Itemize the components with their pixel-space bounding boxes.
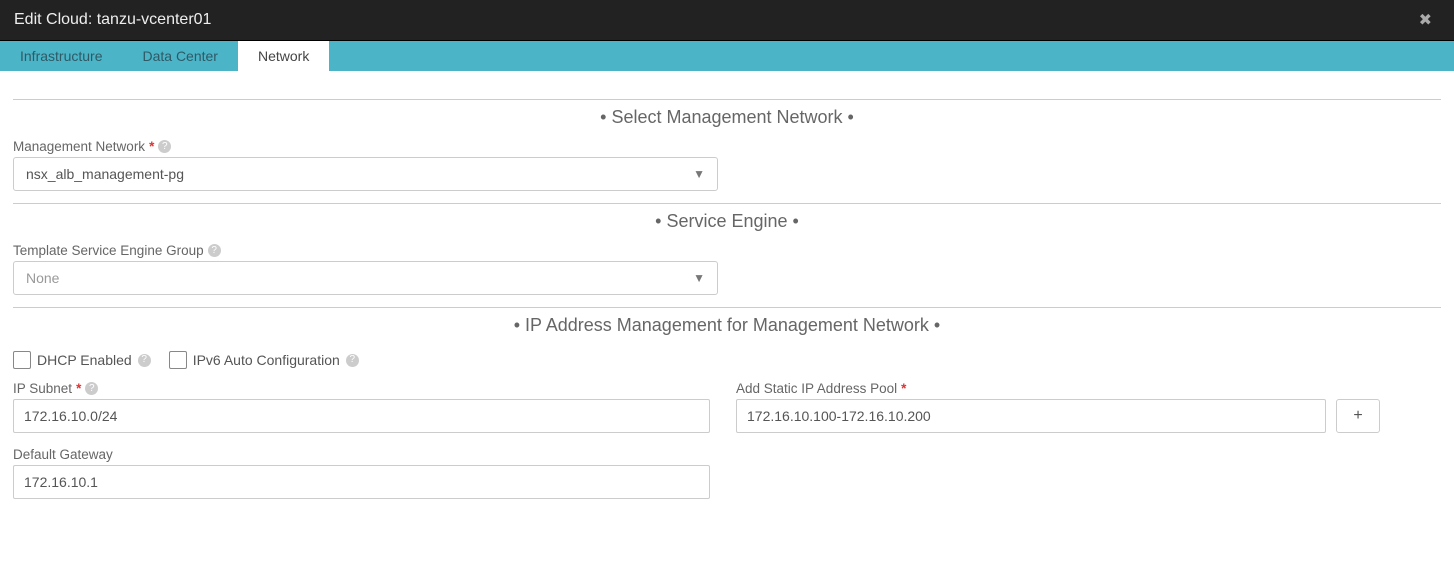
select-value: nsx_alb_management-pg (26, 166, 184, 182)
template-seg-select[interactable]: None ▼ (13, 261, 718, 295)
section-title: • Select Management Network • (596, 107, 858, 127)
tab-data-center[interactable]: Data Center (122, 41, 237, 71)
tab-infrastructure[interactable]: Infrastructure (0, 41, 122, 71)
tab-network[interactable]: Network (238, 41, 329, 71)
close-icon[interactable]: ✖ (1411, 6, 1440, 34)
dhcp-label: DHCP Enabled (37, 352, 132, 368)
plus-icon: + (1353, 407, 1362, 425)
select-placeholder: None (26, 270, 59, 286)
section-management-network: • Select Management Network • (13, 99, 1441, 121)
chevron-down-icon: ▼ (693, 271, 705, 285)
tab-bar: Infrastructure Data Center Network (0, 41, 1454, 71)
label-template-seg: Template Service Engine Group ? (13, 243, 1441, 258)
label-default-gateway: Default Gateway (13, 447, 710, 462)
default-gateway-input[interactable] (13, 465, 710, 499)
chevron-down-icon: ▼ (693, 167, 705, 181)
ipv6-checkbox[interactable] (169, 351, 187, 369)
dhcp-checkbox[interactable] (13, 351, 31, 369)
required-icon: * (901, 381, 906, 396)
help-icon[interactable]: ? (138, 354, 151, 367)
help-icon[interactable]: ? (346, 354, 359, 367)
label-static-pool: Add Static IP Address Pool* (736, 381, 1326, 396)
help-icon[interactable]: ? (208, 244, 221, 257)
add-pool-button[interactable]: + (1336, 399, 1380, 433)
ipv6-label: IPv6 Auto Configuration (193, 352, 340, 368)
required-icon: * (149, 139, 154, 154)
content-area: • Select Management Network • Management… (0, 71, 1454, 519)
help-icon[interactable]: ? (85, 382, 98, 395)
section-title: • Service Engine • (651, 211, 803, 231)
management-network-select[interactable]: nsx_alb_management-pg ▼ (13, 157, 718, 191)
section-service-engine: • Service Engine • (13, 203, 1441, 225)
static-pool-input[interactable] (736, 399, 1326, 433)
ip-subnet-input[interactable] (13, 399, 710, 433)
section-ipam: • IP Address Management for Management N… (13, 307, 1441, 329)
help-icon[interactable]: ? (158, 140, 171, 153)
checkbox-row: DHCP Enabled ? IPv6 Auto Configuration ? (13, 351, 1441, 369)
dialog-title: Edit Cloud: tanzu-vcenter01 (14, 11, 211, 29)
dialog-titlebar: Edit Cloud: tanzu-vcenter01 ✖ (0, 0, 1454, 41)
required-icon: * (76, 381, 81, 396)
section-title: • IP Address Management for Management N… (510, 315, 944, 335)
label-ip-subnet: IP Subnet * ? (13, 381, 710, 396)
label-management-network: Management Network * ? (13, 139, 1441, 154)
